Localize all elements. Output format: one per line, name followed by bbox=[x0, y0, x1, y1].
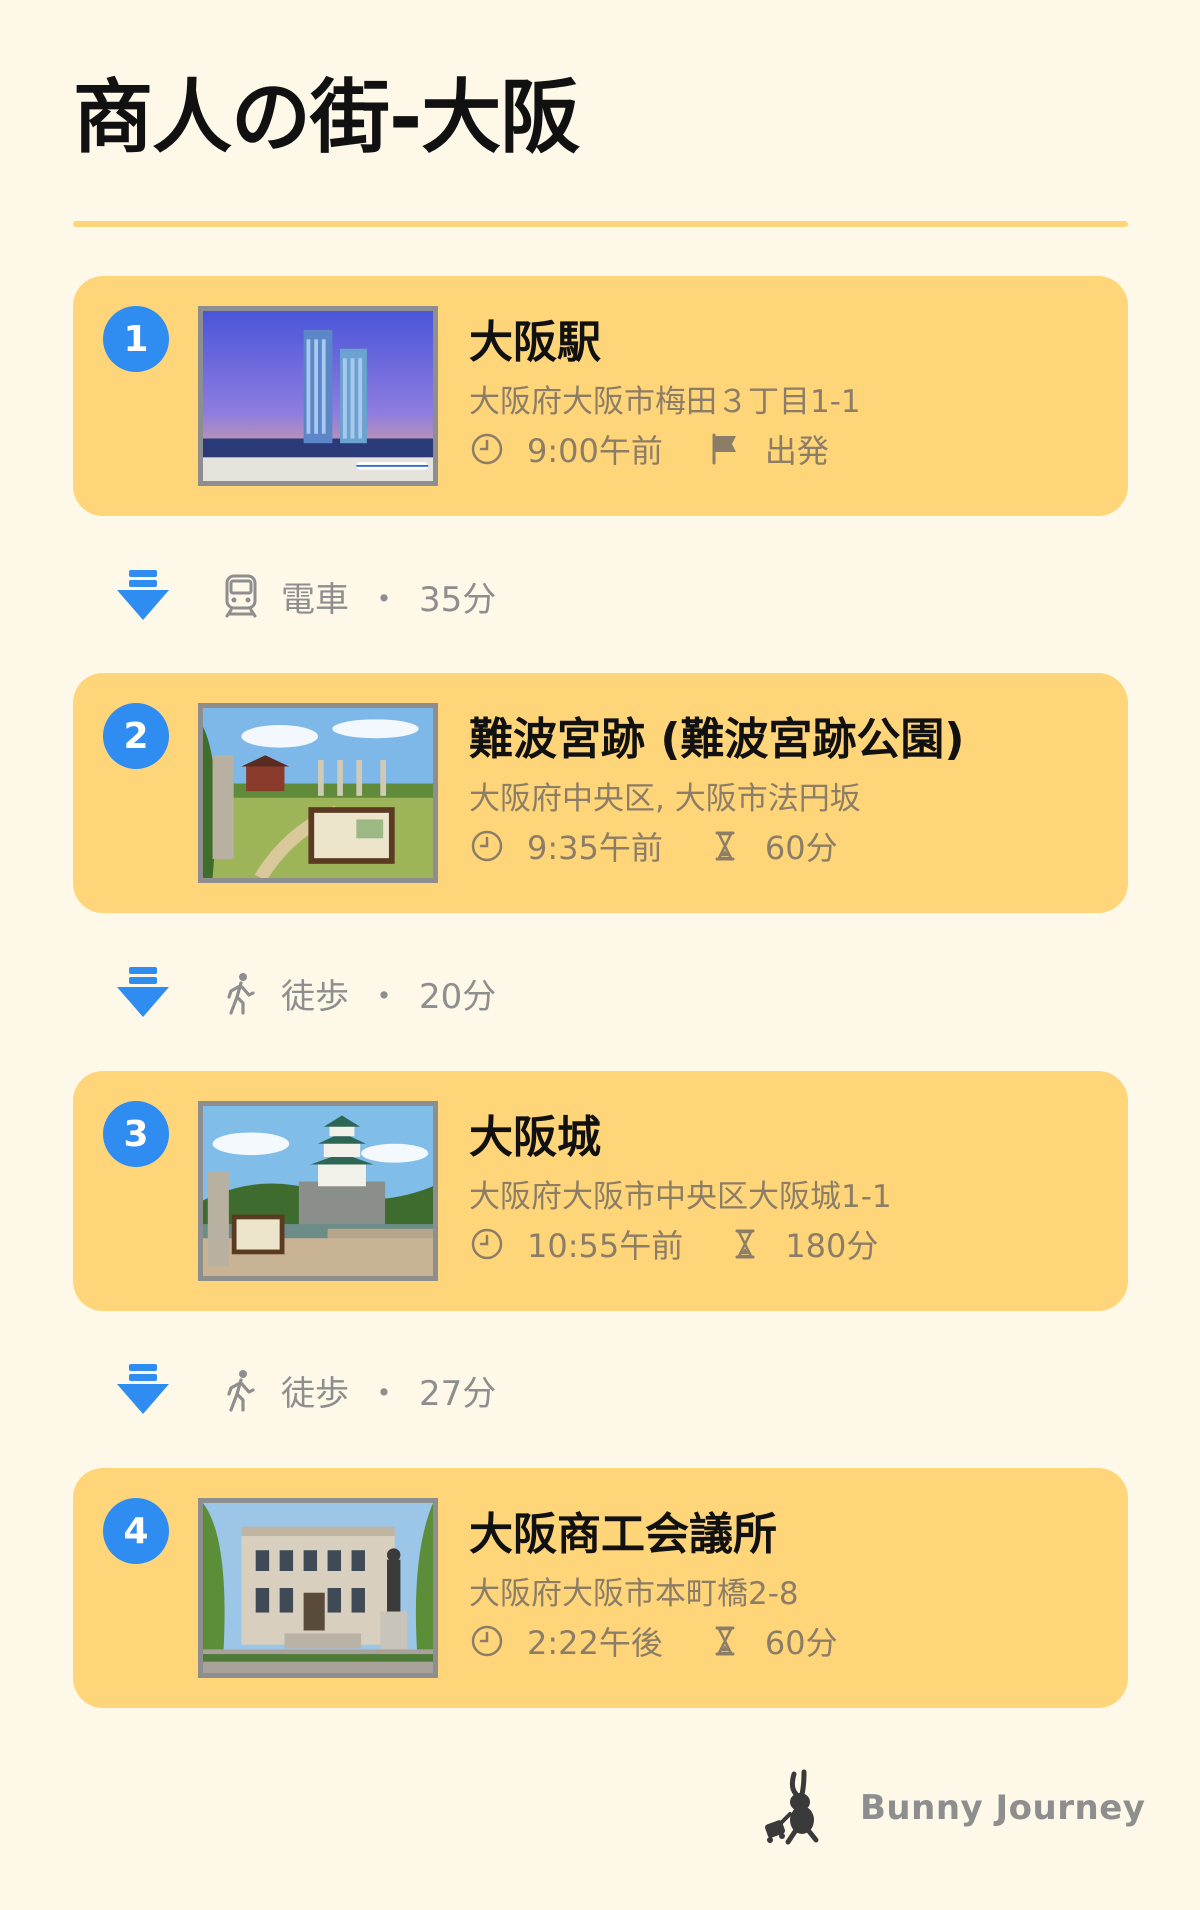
walking-icon bbox=[227, 1370, 255, 1412]
stop-detail: 出発 bbox=[764, 432, 829, 470]
stop-time: 2:22午後 bbox=[527, 1624, 663, 1662]
transit-row-1: 電車 ・ 35分 bbox=[115, 566, 496, 626]
transit-duration: 35分 bbox=[419, 579, 497, 620]
stop-detail: 60分 bbox=[764, 1624, 838, 1662]
stop-time: 10:55午前 bbox=[527, 1227, 684, 1265]
brand-name: Bunny Journey bbox=[860, 1788, 1146, 1828]
stop-name: 大阪城 bbox=[469, 1112, 601, 1163]
transit-duration: 27分 bbox=[419, 1373, 497, 1414]
stop-time: 9:35午前 bbox=[527, 829, 663, 867]
stop-number-badge: 3 bbox=[103, 1101, 169, 1167]
arrow-down-icon bbox=[117, 570, 169, 620]
stop-card-3[interactable]: 3 大阪城 大阪府大阪市中央区大阪城1-1 10:55午前 180分 bbox=[73, 1071, 1128, 1311]
clock-icon bbox=[469, 431, 505, 467]
walking-icon bbox=[227, 973, 255, 1015]
transit-row-3: 徒歩 ・ 27分 bbox=[115, 1360, 496, 1420]
stop-photo-osaka-castle bbox=[198, 1101, 438, 1281]
hourglass-icon bbox=[707, 1623, 743, 1659]
stop-address: 大阪府大阪市本町橋2-8 bbox=[469, 1576, 799, 1612]
stop-card-4[interactable]: 4 大阪商工会議所 大阪府大阪市本町橋2-8 2:22午後 60分 bbox=[73, 1468, 1128, 1708]
stop-photo-chamber-of-commerce bbox=[198, 1498, 438, 1678]
hourglass-icon bbox=[707, 828, 743, 864]
stop-photo-naniwa-palace bbox=[198, 703, 438, 883]
stop-address: 大阪府大阪市中央区大阪城1-1 bbox=[469, 1179, 892, 1215]
stop-card-1[interactable]: 1 大阪駅 大阪府大阪市梅田３丁目1-1 9:00午前 出発 bbox=[73, 276, 1128, 516]
clock-icon bbox=[469, 1623, 505, 1659]
arrow-down-icon bbox=[117, 1364, 169, 1414]
stop-meta: 2:22午後 60分 bbox=[469, 1616, 838, 1666]
title-divider bbox=[73, 221, 1128, 227]
stop-meta: 9:35午前 60分 bbox=[469, 821, 838, 871]
stop-number-badge: 4 bbox=[103, 1498, 169, 1564]
transit-separator: ・ bbox=[367, 579, 401, 620]
clock-icon bbox=[469, 828, 505, 864]
page-title: 商人の街-大阪 bbox=[73, 71, 580, 164]
stop-meta: 9:00午前 出発 bbox=[469, 424, 829, 474]
stop-meta: 10:55午前 180分 bbox=[469, 1219, 878, 1269]
arrow-down-icon bbox=[117, 967, 169, 1017]
stop-name: 大阪駅 bbox=[469, 317, 601, 368]
stop-name: 難波宮跡 (難波宮跡公園) bbox=[469, 714, 965, 765]
stop-number-badge: 1 bbox=[103, 306, 169, 372]
train-icon bbox=[225, 574, 257, 618]
stop-address: 大阪府大阪市梅田３丁目1-1 bbox=[469, 384, 861, 420]
stop-card-2[interactable]: 2 難波宮跡 (難波宮跡公園) 大阪府中央区, 大阪市法円坂 9:35午前 60… bbox=[73, 673, 1128, 913]
stop-detail: 60分 bbox=[764, 829, 838, 867]
transit-row-2: 徒歩 ・ 20分 bbox=[115, 963, 496, 1023]
transit-mode: 電車 bbox=[281, 579, 349, 620]
stop-photo-osaka-station bbox=[198, 306, 438, 486]
stop-number-badge: 2 bbox=[103, 703, 169, 769]
transit-duration: 20分 bbox=[419, 976, 497, 1017]
stop-time: 9:00午前 bbox=[527, 432, 663, 470]
transit-separator: ・ bbox=[367, 1373, 401, 1414]
stop-detail: 180分 bbox=[785, 1227, 879, 1265]
clock-icon bbox=[469, 1226, 505, 1262]
itinerary-page: 商人の街-大阪 1 大阪駅 大阪府大阪市梅田３丁目1-1 9:00午前 出発 電… bbox=[0, 0, 1200, 1910]
bunny-logo-icon bbox=[764, 1769, 819, 1845]
transit-mode: 徒歩 bbox=[281, 1373, 349, 1414]
hourglass-icon bbox=[727, 1226, 763, 1262]
stop-name: 大阪商工会議所 bbox=[469, 1509, 777, 1560]
transit-mode: 徒歩 bbox=[281, 976, 349, 1017]
stop-address: 大阪府中央区, 大阪市法円坂 bbox=[469, 781, 861, 817]
footer-brand: Bunny Journey bbox=[760, 1768, 1145, 1848]
transit-separator: ・ bbox=[367, 976, 401, 1017]
flag-icon bbox=[707, 431, 743, 467]
